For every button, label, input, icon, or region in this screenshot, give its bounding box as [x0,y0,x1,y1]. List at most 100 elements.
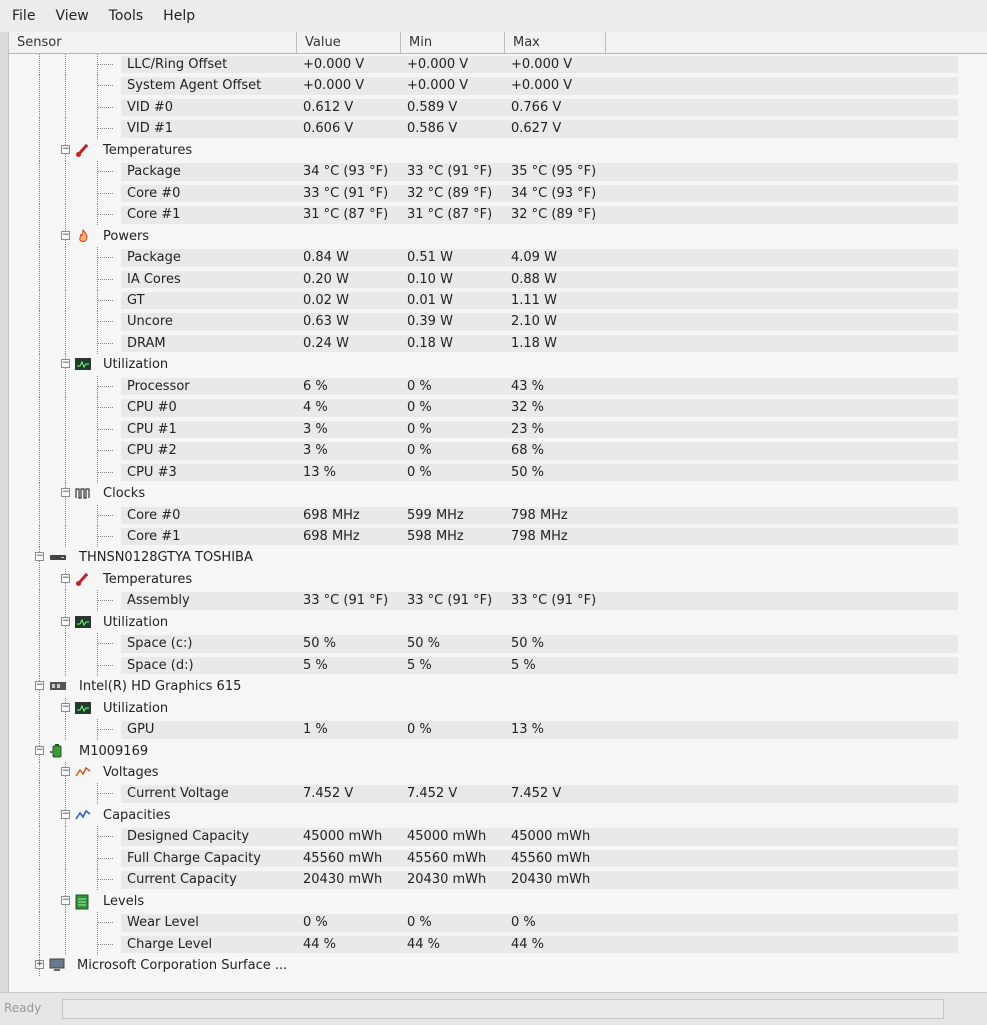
tree-line [39,568,40,590]
tree-line [39,139,40,161]
sensor-min: 0.10 W [407,271,453,287]
collapse-toggle[interactable]: − [35,552,44,562]
sensor-tree-view[interactable]: Sensor Value Min Max LLC/Ring Offset +0.0… [8,32,987,992]
tree-line [39,289,40,311]
sensor-min: +0.000 V [407,78,469,94]
sensor-label: Package [127,250,181,266]
sensor-label: CPU #2 [127,443,177,459]
sensor-row[interactable]: Current Capacity 20430 mWh 20430 mWh 20430 … [9,869,987,891]
sensor-row[interactable]: GPU 1 % 0 % 13 % [9,719,987,741]
menu-view[interactable]: View [47,8,96,24]
group-label: Utilization [103,614,169,630]
tree-branch [97,171,113,173]
sensor-row[interactable]: Package 34 °C (93 °F) 33 °C (91 °F) 35 °C (… [9,161,987,183]
tree-line [65,847,66,869]
tree-group-row[interactable]: − Temperatures [9,568,987,590]
tree-group-row[interactable]: − Intel(R) HD Graphics 615 [9,676,987,698]
sensor-row[interactable]: Core #1 31 °C (87 °F) 31 °C (87 °F) 32 °C (… [9,204,987,226]
column-max[interactable]: Max [505,32,606,53]
collapse-toggle[interactable]: − [61,809,70,819]
sensor-label: Space (d:) [127,657,194,673]
row-background [299,485,958,502]
sensor-value: 4 % [303,400,328,416]
sensor-row[interactable]: Space (c:) 50 % 50 % 50 % [9,633,987,655]
sensor-row[interactable]: Full Charge Capacity 45560 mWh 45560 mWh 45… [9,847,987,869]
tree-group-row[interactable]: − M1009169 [9,740,987,762]
sensor-row[interactable]: VID #1 0.606 V 0.586 V 0.627 V [9,118,987,140]
collapse-toggle[interactable]: − [35,745,44,755]
column-sensor[interactable]: Sensor [9,32,297,53]
sensor-min: 31 °C (87 °F) [407,207,493,223]
sensor-max: 34 °C (93 °F) [511,185,597,201]
sensor-max: +0.000 V [511,78,573,94]
collapse-toggle[interactable]: − [61,616,70,626]
sensor-row[interactable]: Package 0.84 W 0.51 W 4.09 W [9,247,987,269]
sensor-row[interactable]: CPU #0 4 % 0 % 32 % [9,397,987,419]
thermometer-icon [75,143,91,157]
tree-group-row[interactable]: − Powers [9,225,987,247]
sensor-max: 0.766 V [511,99,562,115]
tree-branch [97,729,113,731]
tree-group-row[interactable]: − Utilization [9,354,987,376]
tree-group-row[interactable]: − Utilization [9,611,987,633]
tree-line [39,611,40,633]
sensor-label: GPU [127,722,155,738]
sensor-row[interactable]: Core #0 698 MHz 599 MHz 798 MHz [9,504,987,526]
sensor-row[interactable]: DRAM 0.24 W 0.18 W 1.18 W [9,332,987,354]
status-bar: Ready [0,992,987,1025]
tree-group-row[interactable]: − Temperatures [9,139,987,161]
sensor-max: +0.000 V [511,57,573,72]
tree-line [65,289,66,311]
menu-help[interactable]: Help [155,8,203,24]
sensor-row[interactable]: IA Cores 0.20 W 0.10 W 0.88 W [9,268,987,290]
tree-group-row[interactable]: − Capacities [9,804,987,826]
expand-toggle[interactable]: + [35,960,44,970]
collapse-toggle[interactable]: − [61,895,70,905]
column-value[interactable]: Value [297,32,401,53]
tree-group-row[interactable]: − THNSN0128GTYA TOSHIBA [9,547,987,569]
sensor-row[interactable]: Charge Level 44 % 44 % 44 % [9,933,987,955]
sensor-row[interactable]: Space (d:) 5 % 5 % 5 % [9,654,987,676]
drive-icon [49,550,66,564]
collapse-toggle[interactable]: − [61,488,70,498]
collapse-toggle[interactable]: − [61,573,70,583]
collapse-toggle[interactable]: − [61,702,70,712]
menu-file[interactable]: File [4,8,43,24]
menu-tools[interactable]: Tools [101,8,152,24]
tree-line [39,354,40,376]
sensor-row[interactable]: VID #0 0.612 V 0.589 V 0.766 V [9,96,987,118]
sensor-row[interactable]: Core #0 33 °C (91 °F) 32 °C (89 °F) 34 °C (… [9,182,987,204]
sensor-row[interactable]: CPU #2 3 % 0 % 68 % [9,440,987,462]
sensor-row[interactable]: CPU #1 3 % 0 % 23 % [9,418,987,440]
sensor-row[interactable]: Assembly 33 °C (91 °F) 33 °C (91 °F) 33 °C … [9,590,987,612]
tree-group-row[interactable]: − Levels [9,890,987,912]
sensor-row[interactable]: LLC/Ring Offset +0.000 V +0.000 V +0.000 V [9,54,987,75]
tree-group-row[interactable]: + Microsoft Corporation Surface ... [9,955,987,977]
sensor-row[interactable]: Wear Level 0 % 0 % 0 % [9,912,987,934]
collapse-toggle[interactable]: − [61,766,70,776]
sensor-row[interactable]: Core #1 698 MHz 598 MHz 798 MHz [9,525,987,547]
sensor-row[interactable]: Uncore 0.63 W 0.39 W 2.10 W [9,311,987,333]
tree-line [39,525,40,547]
sensor-row[interactable]: GT 0.02 W 0.01 W 1.11 W [9,289,987,311]
tree-group-row[interactable]: − Clocks [9,483,987,505]
sensor-row[interactable]: Processor 6 % 0 % 43 % [9,375,987,397]
collapse-toggle[interactable]: − [61,230,70,240]
sensor-value: 45000 mWh [303,829,383,845]
tree-line [39,161,40,183]
collapse-toggle[interactable]: − [61,359,70,369]
tree-group-row[interactable]: − Utilization [9,697,987,719]
tree-group-row[interactable]: − Voltages [9,761,987,783]
row-background [299,764,958,781]
collapse-toggle[interactable]: − [35,681,44,691]
sensor-min: 598 MHz [407,528,464,544]
sensor-row[interactable]: Designed Capacity 45000 mWh 45000 mWh 45000… [9,826,987,848]
tree-branch [97,664,113,666]
group-label: Powers [103,228,150,244]
tree-line [39,633,40,655]
sensor-row[interactable]: CPU #3 13 % 0 % 50 % [9,461,987,483]
sensor-row[interactable]: System Agent Offset +0.000 V +0.000 V +0.00… [9,75,987,97]
collapse-toggle[interactable]: − [61,144,70,154]
sensor-row[interactable]: Current Voltage 7.452 V 7.452 V 7.452 V [9,783,987,805]
column-min[interactable]: Min [401,32,505,53]
